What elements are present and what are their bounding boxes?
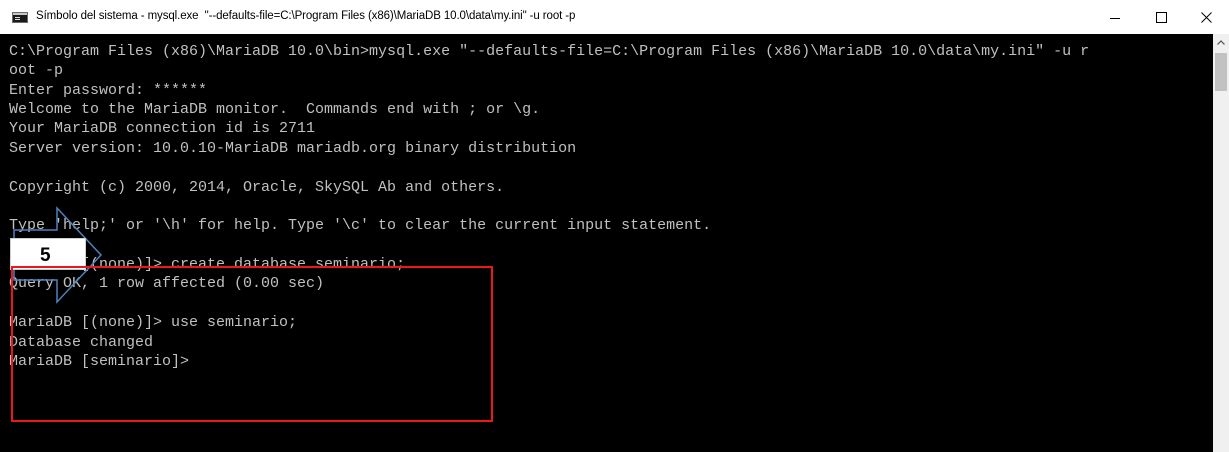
console-line: Type 'help;' or '\h' for help. Type '\c'… xyxy=(9,217,712,234)
console-prompt[interactable]: MariaDB [seminario]> xyxy=(9,353,189,371)
close-button[interactable] xyxy=(1183,0,1229,34)
chevron-up-icon xyxy=(1217,40,1225,45)
console-window: Símbolo del sistema - mysql.exe "--defau… xyxy=(0,0,1229,452)
title-bar[interactable]: Símbolo del sistema - mysql.exe "--defau… xyxy=(0,0,1229,34)
console-icon[interactable] xyxy=(12,12,28,23)
console-output[interactable]: C:\Program Files (x86)\MariaDB 10.0\bin>… xyxy=(0,34,1213,452)
maximize-button[interactable] xyxy=(1138,0,1184,34)
console-line: Your MariaDB connection id is 2711 xyxy=(9,120,316,137)
scroll-thumb[interactable] xyxy=(1215,53,1227,91)
close-icon xyxy=(1201,12,1212,23)
window-title: Símbolo del sistema - mysql.exe "--defau… xyxy=(36,10,576,22)
minimize-button[interactable] xyxy=(1092,0,1138,34)
console-line: Database changed xyxy=(9,334,154,351)
console-line: Welcome to the MariaDB monitor. Commands… xyxy=(9,101,541,118)
step-number: 5 xyxy=(40,245,51,266)
console-line: Query OK, 1 row affected (0.00 sec) xyxy=(9,275,325,292)
console-line: Server version: 10.0.10-MariaDB mariadb.… xyxy=(9,140,577,157)
console-line: Enter password: ****** xyxy=(9,82,208,99)
scroll-up-button[interactable] xyxy=(1213,34,1229,51)
vertical-scrollbar[interactable] xyxy=(1213,34,1229,452)
console-line: C:\Program Files (x86)\MariaDB 10.0\bin>… xyxy=(9,43,1090,60)
console-line: MariaDB [(none)]> use seminario; xyxy=(9,314,298,331)
console-line: Copyright (c) 2000, 2014, Oracle, SkySQL… xyxy=(9,179,505,196)
console-line: oot -p xyxy=(9,62,64,79)
